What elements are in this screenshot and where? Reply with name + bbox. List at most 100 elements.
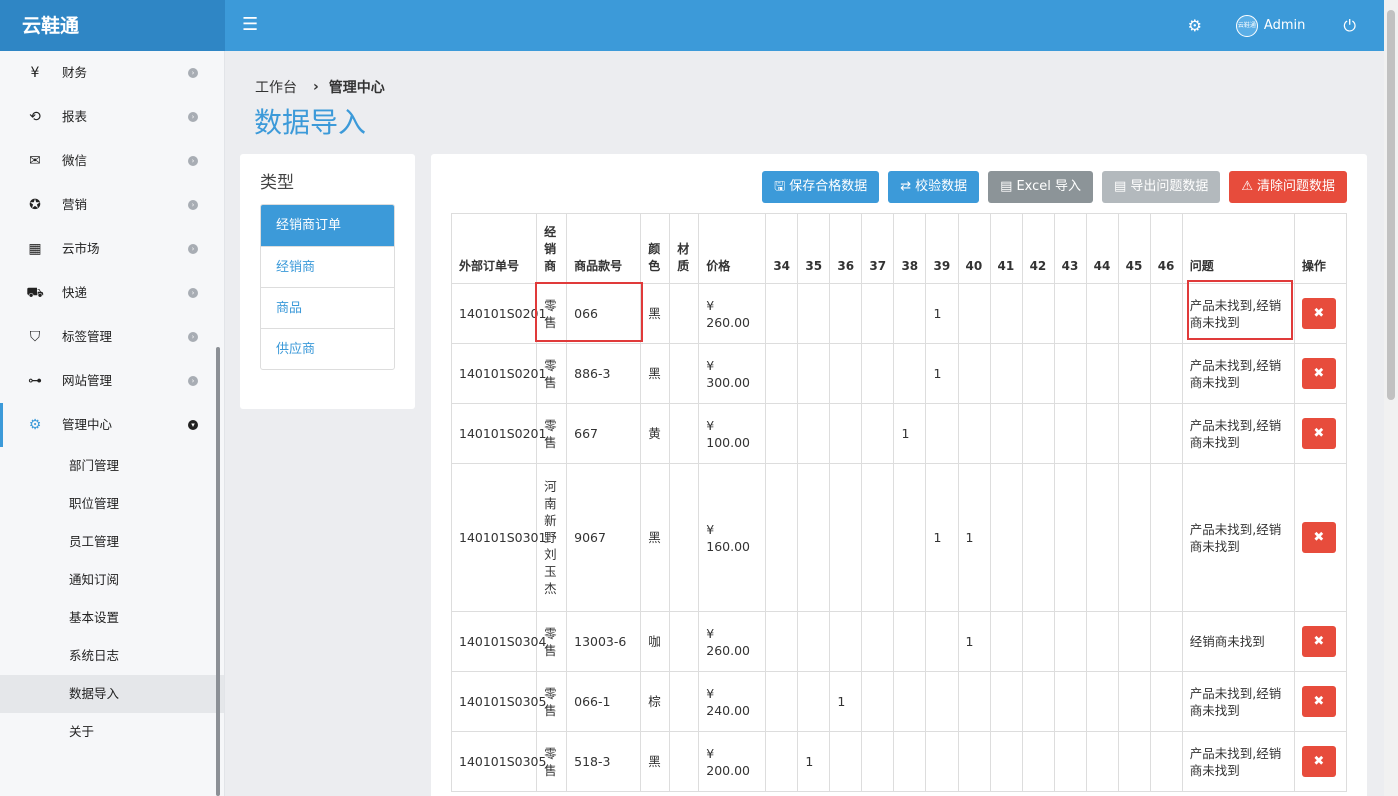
page-scrollbar[interactable] — [1384, 0, 1398, 796]
breadcrumb: 工作台 › 管理中心 — [255, 77, 385, 97]
size-qty-cell — [797, 343, 831, 404]
sidebar-item[interactable]: ✉ 微信 › — [0, 139, 224, 183]
sku-cell: 9067 — [566, 463, 642, 612]
validate-data-button[interactable]: ⇄ 校验数据 — [888, 171, 980, 203]
sidebar-item[interactable]: ⟲ 报表 › — [0, 95, 224, 139]
clear-problem-data-button[interactable]: ⚠ 清除问题数据 — [1229, 171, 1347, 203]
size-qty-cell — [1149, 671, 1183, 732]
size-qty-cell — [765, 403, 799, 464]
sidebar-item[interactable]: ⊶ 网站管理 › — [0, 359, 224, 403]
save-valid-data-button[interactable]: 🖫 保存合格数据 — [762, 171, 880, 203]
header-size: 37 — [861, 213, 895, 284]
size-qty-cell — [829, 611, 863, 672]
delete-row-button[interactable]: ✖ — [1301, 626, 1336, 657]
excel-import-button[interactable]: ▤ Excel 导入 — [988, 171, 1094, 203]
sidebar-subitem[interactable]: 数据导入 — [0, 675, 224, 713]
settings-gear-icon[interactable]: ⚙ — [1188, 16, 1202, 35]
user-menu[interactable]: 云鞋通 Admin — [1235, 14, 1305, 37]
sidebar-subitem[interactable]: 职位管理 — [0, 485, 224, 523]
type-list-item[interactable]: 供应商 — [261, 328, 394, 369]
size-qty-cell — [1117, 343, 1151, 404]
header-size: 46 — [1149, 213, 1183, 284]
sidebar-item[interactable]: ▦ 云市场 › — [0, 227, 224, 271]
delete-row-button[interactable]: ✖ — [1301, 358, 1336, 389]
order-no-cell: 140101S0301 — [450, 463, 546, 612]
size-qty-cell: 1 — [925, 283, 959, 344]
validate-data-label: 校验数据 — [915, 179, 968, 194]
size-qty-cell — [1021, 343, 1055, 404]
material-cell — [669, 671, 700, 732]
brand-logo[interactable]: 云鞋通 — [0, 0, 225, 51]
sidebar-scrollbar[interactable] — [216, 347, 220, 796]
type-list-item[interactable]: 经销商订单 — [261, 205, 394, 246]
sidebar-item[interactable]: ⚙ 管理中心 ▾ — [0, 403, 224, 447]
chevron-right-icon: › — [188, 200, 198, 210]
action-cell: ✖ — [1293, 283, 1348, 344]
export-problem-data-button[interactable]: ▤ 导出问题数据 — [1102, 171, 1221, 203]
import-data-table: 外部订单号 经销商 商品款号 颜色 材质 价格 34 35 36 37 38 39 40 41… — [450, 213, 1348, 792]
size-qty-cell: 1 — [925, 343, 959, 404]
size-qty-cell — [1117, 611, 1151, 672]
header-price: 价格 — [698, 213, 767, 284]
size-qty-cell — [1085, 283, 1119, 344]
breadcrumb-current[interactable]: 管理中心 — [329, 77, 385, 97]
page-scrollbar-thumb[interactable] — [1387, 10, 1395, 400]
size-qty-cell — [893, 343, 927, 404]
problem-cell: 产品未找到,经销商未找到 — [1181, 343, 1295, 404]
sidebar-subitem[interactable]: 关于 — [0, 713, 224, 751]
delete-row-button[interactable]: ✖ — [1301, 298, 1336, 329]
toolbar: 🖫 保存合格数据 ⇄ 校验数据 ▤ Excel 导入 ▤ 导出问题数据 ⚠ 清除问题数据 — [753, 171, 1347, 203]
delete-row-button[interactable]: ✖ — [1301, 746, 1336, 777]
size-qty-cell — [957, 343, 991, 404]
sidebar-subitem[interactable]: 系统日志 — [0, 637, 224, 675]
size-qty-cell — [893, 671, 927, 732]
material-cell — [669, 731, 700, 792]
order-no-cell: 140101S0304 — [450, 611, 546, 672]
sidebar-item-label: 微信 — [62, 153, 88, 168]
top-bar: 云鞋通 ☰ ⚙ 云鞋通 Admin ⏻ — [0, 0, 1384, 51]
sidebar-subitem[interactable]: 部门管理 — [0, 447, 224, 485]
header-color: 颜色 — [640, 213, 671, 284]
sidebar-subitem[interactable]: 员工管理 — [0, 523, 224, 561]
header-size: 39 — [925, 213, 959, 284]
sidebar-subitem[interactable]: 通知订阅 — [0, 561, 224, 599]
header-size: 43 — [1053, 213, 1087, 284]
sidebar-item[interactable]: ✪ 营销 › — [0, 183, 224, 227]
sidebar-item[interactable]: ⛟ 快递 › — [0, 271, 224, 315]
size-qty-cell — [1117, 671, 1151, 732]
size-qty-cell — [989, 463, 1023, 612]
header-sku: 商品款号 — [566, 213, 642, 284]
breadcrumb-home[interactable]: 工作台 — [255, 77, 297, 97]
type-list-item[interactable]: 经销商 — [261, 246, 394, 287]
delete-row-button[interactable]: ✖ — [1301, 686, 1336, 717]
size-qty-cell — [1085, 731, 1119, 792]
size-qty-cell — [829, 343, 863, 404]
size-qty-cell — [1085, 343, 1119, 404]
power-logout-icon[interactable]: ⏻ — [1343, 16, 1356, 36]
delete-row-button[interactable]: ✖ — [1301, 418, 1336, 449]
header-size: 44 — [1085, 213, 1119, 284]
type-list-item[interactable]: 商品 — [261, 287, 394, 328]
size-qty-cell — [1117, 731, 1151, 792]
size-qty-cell — [797, 463, 831, 612]
sku-cell: 13003-6 — [566, 611, 642, 672]
order-no-cell: 140101S0201 — [450, 343, 546, 404]
sidebar-item-label: 报表 — [62, 109, 88, 124]
sidebar-item-icon: ⛉ — [29, 329, 41, 345]
menu-toggle-icon[interactable]: ☰ — [242, 14, 258, 35]
sidebar-item[interactable]: ¥ 财务 › — [0, 51, 224, 95]
price-cell: ¥ 100.00 — [698, 403, 767, 464]
sidebar-subitem[interactable]: 基本设置 — [0, 599, 224, 637]
table-header-row: 外部订单号 经销商 商品款号 颜色 材质 价格 34 35 36 37 38 39 40 41… — [450, 213, 1348, 284]
problem-cell: 产品未找到,经销商未找到 — [1181, 463, 1295, 612]
size-qty-cell — [1053, 403, 1087, 464]
size-qty-cell — [893, 463, 927, 612]
exchange-icon: ⇄ — [900, 179, 912, 194]
size-qty-cell — [765, 343, 799, 404]
chevron-right-icon: › — [188, 288, 198, 298]
table-row: 140101S0201 零售 066 黑 ¥ 260.00 1 产品未找到,经销商未找到 ✖ — [450, 283, 1348, 344]
size-qty-cell — [1149, 463, 1183, 612]
header-order-no: 外部订单号 — [450, 213, 538, 284]
delete-row-button[interactable]: ✖ — [1301, 522, 1336, 553]
sidebar-item[interactable]: ⛉ 标签管理 › — [0, 315, 224, 359]
